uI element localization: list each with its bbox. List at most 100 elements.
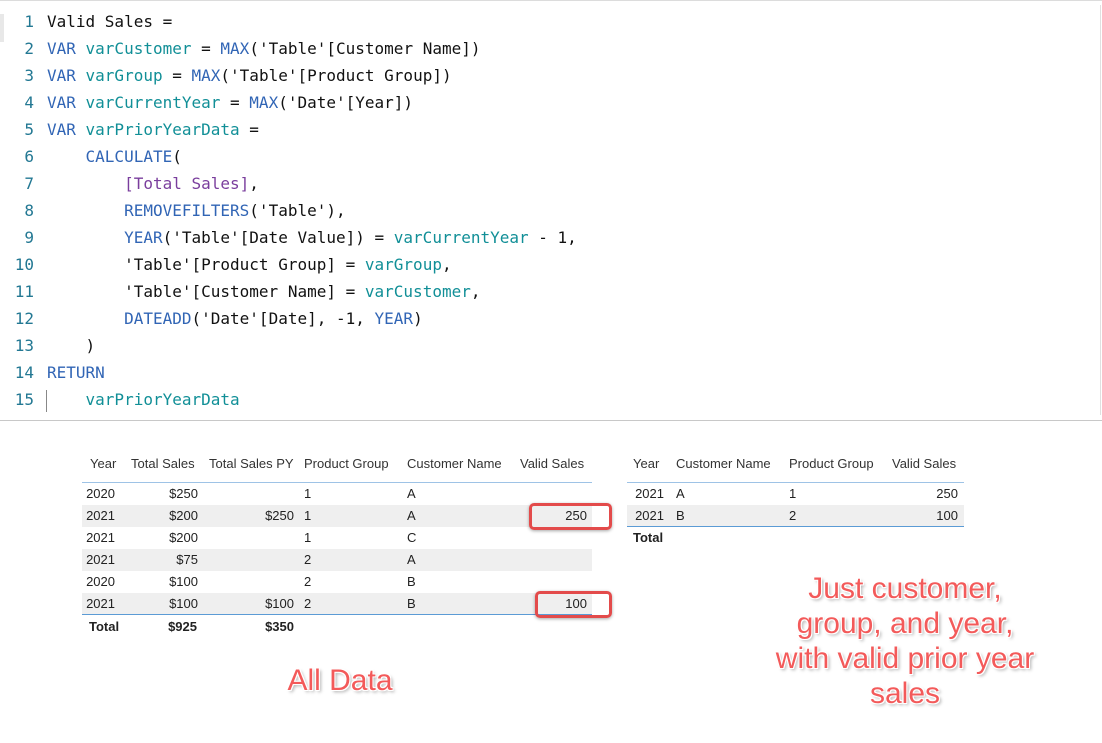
table-cell: 2021 [86,596,115,611]
code-editor[interactable]: 1 Valid Sales = 2 VAR varCustomer = MAX('Ta… [0,0,1102,421]
total-sales-py-sum: $350 [265,619,294,634]
code-token: MAX [220,39,250,58]
highlight-box-250 [529,503,612,530]
header-year[interactable]: Year [90,450,116,478]
header-total-sales[interactable]: Total Sales [131,450,195,478]
table-cell: 2021 [86,508,115,523]
code-line[interactable]: 4 VAR varCurrentYear = MAX('Date'[Year]) [0,89,413,116]
code-token: ( [172,147,182,166]
table-cell: 2020 [86,486,115,501]
table-cell: $100 [265,596,294,611]
code-token: 'Table'[Customer Name] = [47,282,365,301]
table-row[interactable]: 2021 B 2 100 [627,505,964,527]
code-token: - 1, [528,228,577,247]
header-product-group[interactable]: Product Group [304,450,389,478]
code-line[interactable]: 3 VAR varGroup = MAX('Table'[Product Grou… [0,62,452,89]
code-token: varCurrentYear [393,228,529,247]
valid-sales-table: Year Customer Name Product Group Valid S… [627,450,967,560]
code-token: 'Table'[Product Group] = [47,255,365,274]
table-row[interactable]: 2021 A 1 250 [627,483,964,505]
code-line[interactable]: 11 'Table'[Customer Name] = varCustomer, [0,278,481,305]
header-year[interactable]: Year [633,450,659,478]
table-cell: 250 [936,486,958,501]
header-total-sales-py[interactable]: Total Sales PY [209,450,294,478]
header-valid-sales[interactable]: Valid Sales [520,450,584,478]
table-row[interactable]: 2021 $100 $100 2 B 100 [82,593,592,615]
code-token: ('Date'[Year]) [278,93,414,112]
code-token: ('Table'[Product Group]) [220,66,452,85]
table-row[interactable]: 2020 $250 1 A [82,483,592,505]
total-label: Total [633,530,664,545]
table-cell: 2 [304,596,312,611]
table-row[interactable]: 2020 $100 2 B [82,571,592,593]
line-number: 10 [14,255,34,274]
code-token: MAX [191,66,221,85]
table-cell: 2 [304,574,312,589]
editor-top-border [0,0,1102,6]
table-row[interactable]: 2021 $200 $250 1 A 250 [82,505,592,527]
table-cell: A [407,552,416,567]
total-sales-sum: $925 [168,619,197,634]
table-cell: 2021 [86,552,115,567]
code-token: ('Table'[Customer Name]) [249,39,481,58]
code-token: ('Table'), [249,201,346,220]
code-token: CALCULATE [85,147,173,166]
table-cell: 2 [304,552,312,567]
all-data-annotation: All Data [287,664,393,697]
table-cell: 1 [304,486,312,501]
table-cell: A [407,508,416,523]
header-customer-name[interactable]: Customer Name [407,450,502,478]
code-token: ('Date'[Date], -1, [191,309,375,328]
header-product-group[interactable]: Product Group [789,450,874,478]
line-number: 8 [24,201,34,220]
header-valid-sales[interactable]: Valid Sales [892,450,956,478]
code-token: DATEADD [124,309,192,328]
code-token: VAR [47,66,86,85]
code-line[interactable]: 12 DATEADD('Date'[Date], -1, YEAR) [0,305,423,332]
code-line[interactable]: 9 YEAR('Table'[Date Value]) = varCurrent… [0,224,577,251]
code-token: = [220,93,250,112]
code-token: = [162,66,192,85]
annotation-line: with valid prior year [775,642,1035,675]
line-number: 6 [24,147,34,166]
code-token: RETURN [47,363,105,382]
code-token: MAX [249,93,279,112]
table-cell [520,483,587,505]
table-cell [222,549,294,571]
table-row[interactable]: 2021 $200 1 C [82,527,592,549]
table-cell [520,527,587,549]
table-cell: A [407,486,416,501]
all-data-table: Year Total Sales Total Sales PY Product … [82,450,594,640]
editor-right-border [1100,5,1101,415]
table-cell: $100 [169,596,198,611]
code-token: ) [413,309,423,328]
annotation-line: sales [869,677,941,710]
table-cell [222,483,294,505]
total-label: Total [89,619,120,634]
header-customer-name[interactable]: Customer Name [676,450,771,478]
code-token: VAR [47,120,86,139]
table-cell: 100 [936,508,958,523]
table-cell [222,527,294,549]
code-line[interactable]: 15 varPriorYearData [0,386,240,413]
code-token: varPriorYearData [85,120,240,139]
line-number: 12 [14,309,34,328]
code-line[interactable]: 7 [Total Sales], [0,170,259,197]
table-row[interactable]: 2021 $75 2 A [82,549,592,571]
table-cell: 1 [304,530,312,545]
code-line[interactable]: 2 VAR varCustomer = MAX('Table'[Customer … [0,35,481,62]
code-line[interactable]: 6 CALCULATE( [0,143,182,170]
code-line[interactable]: 10 'Table'[Product Group] = varGroup, [0,251,452,278]
line-number: 9 [24,228,34,247]
code-line[interactable]: 14 RETURN [0,359,105,386]
code-line[interactable]: 8 REMOVEFILTERS('Table'), [0,197,346,224]
code-token: ) [47,336,96,355]
code-line[interactable]: 1 Valid Sales = [0,8,172,35]
line-number: 3 [24,66,34,85]
code-line[interactable]: 5 VAR varPriorYearData = [0,116,259,143]
code-token: = [191,39,221,58]
code-token: varGroup [85,66,163,85]
code-line[interactable]: 13 ) [0,332,95,359]
